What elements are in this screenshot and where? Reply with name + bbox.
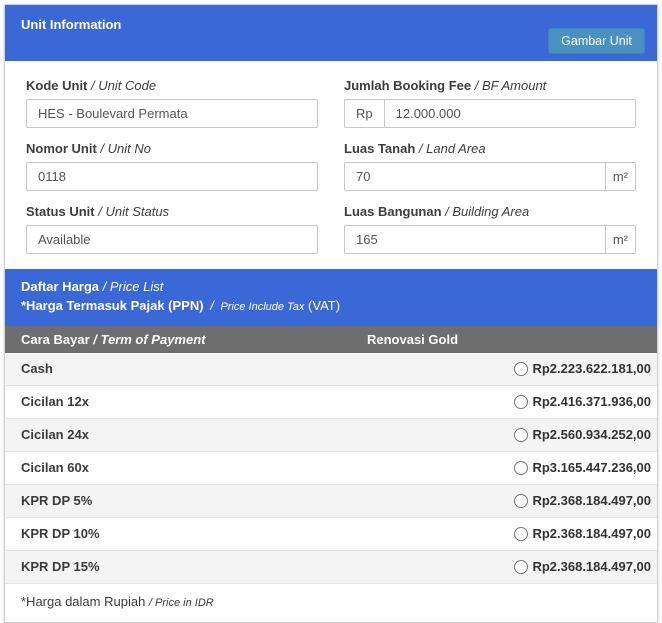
price-row-kpr-dp-5: KPR DP 5% Rp2.368.184.497,00 — [5, 484, 657, 518]
price-radio[interactable] — [514, 526, 529, 541]
price-row-cash: Cash Rp2.223.622.181,00 — [5, 352, 657, 386]
kode-unit-label: Kode Unit / Unit Code — [26, 78, 157, 93]
price-row-cicilan-60x: Cicilan 60x Rp3.165.447.236,00 — [5, 451, 657, 485]
payment-term-label: Cicilan 12x — [21, 394, 89, 410]
payment-term-label: KPR DP 10% — [21, 526, 100, 542]
field-kode-unit: Kode Unit / Unit Code — [26, 78, 318, 128]
nomor-unit-input[interactable] — [26, 162, 318, 191]
price-value: Rp3.165.447.236,00 — [532, 460, 651, 476]
kode-unit-input[interactable] — [26, 99, 318, 128]
price-row-cicilan-24x: Cicilan 24x Rp2.560.934.252,00 — [5, 418, 657, 452]
payment-term-label: KPR DP 15% — [21, 559, 100, 575]
field-luas-bangunan: Luas Bangunan / Building Area m² — [344, 204, 636, 254]
price-value: Rp2.368.184.497,00 — [532, 526, 651, 542]
field-nomor-unit: Nomor Unit / Unit No — [26, 141, 318, 191]
luas-bangunan-label: Luas Bangunan / Building Area — [344, 204, 530, 219]
price-row-cicilan-12x: Cicilan 12x Rp2.416.371.936,00 — [5, 385, 657, 419]
status-unit-label: Status Unit / Unit Status — [26, 204, 170, 219]
price-row-kpr-dp-10: KPR DP 10% Rp2.368.184.497,00 — [5, 517, 657, 551]
price-value: Rp2.368.184.497,00 — [532, 493, 651, 509]
price-list-tax-note: *Harga Termasuk Pajak (PPN) / Price Incl… — [21, 297, 341, 313]
luas-tanah-input[interactable] — [344, 162, 606, 191]
price-radio[interactable] — [514, 427, 529, 442]
term-of-payment-column-header: Cara Bayar / Term of Payment — [21, 331, 206, 347]
payment-term-label: KPR DP 5% — [21, 493, 93, 509]
price-table-body: Cash Rp2.223.622.181,00 Cicilan 12x Rp2.… — [5, 352, 657, 584]
price-value: Rp2.416.371.936,00 — [532, 394, 651, 410]
booking-fee-label: Jumlah Booking Fee / BF Amount — [344, 78, 547, 93]
gambar-unit-button[interactable]: Gambar Unit — [548, 28, 645, 54]
payment-term-label: Cicilan 60x — [21, 460, 89, 476]
price-table-header: Cara Bayar / Term of Payment Renovasi Go… — [5, 325, 657, 353]
luas-bangunan-input[interactable] — [344, 225, 606, 254]
price-value: Rp2.223.622.181,00 — [532, 361, 651, 377]
price-radio[interactable] — [514, 394, 529, 409]
payment-term-label: Cicilan 24x — [21, 427, 89, 443]
field-status-unit: Status Unit / Unit Status — [26, 204, 318, 254]
field-booking-fee: Jumlah Booking Fee / BF Amount Rp — [344, 78, 636, 128]
payment-term-label: Cash — [21, 361, 53, 377]
price-list-header: Daftar Harga / Price List *Harga Termasu… — [5, 269, 657, 326]
price-row-kpr-dp-15: KPR DP 15% Rp2.368.184.497,00 — [5, 550, 657, 584]
unit-info-form: Kode Unit / Unit Code Jumlah Booking Fee… — [5, 61, 657, 269]
sqm-unit-suffix: m² — [605, 162, 636, 191]
currency-prefix: Rp — [344, 99, 384, 128]
price-footnote: *Harga dalam Rupiah / Price in IDR — [5, 583, 657, 622]
price-value: Rp2.560.934.252,00 — [532, 427, 651, 443]
nomor-unit-label: Nomor Unit / Unit No — [26, 141, 151, 156]
unit-info-header: Unit Information Gambar Unit — [5, 5, 657, 61]
price-radio[interactable] — [514, 361, 529, 376]
luas-tanah-label: Luas Tanah / Land Area — [344, 141, 486, 156]
price-radio[interactable] — [514, 493, 529, 508]
unit-information-card: Unit Information Gambar Unit Kode Unit /… — [4, 4, 658, 623]
booking-fee-input[interactable] — [383, 99, 636, 128]
price-radio[interactable] — [514, 460, 529, 475]
price-list-title: Daftar Harga / Price List — [21, 279, 164, 294]
price-value: Rp2.368.184.497,00 — [532, 559, 651, 575]
renovasi-gold-column-header: Renovasi Gold — [366, 331, 459, 347]
price-radio[interactable] — [514, 559, 529, 574]
status-unit-input[interactable] — [26, 225, 318, 254]
field-luas-tanah: Luas Tanah / Land Area m² — [344, 141, 636, 191]
sqm-unit-suffix: m² — [605, 225, 636, 254]
